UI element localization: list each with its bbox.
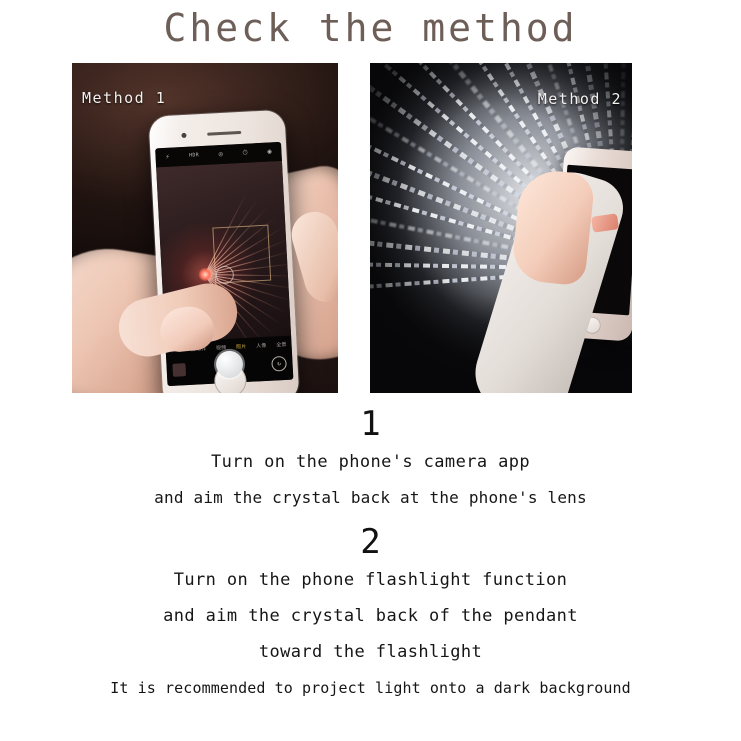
camera-mode-photo[interactable]: 照片	[236, 343, 247, 351]
crystal-light-core	[198, 267, 212, 281]
step-1-line-2: and aim the crystal back at the phone's …	[154, 488, 587, 507]
page-title: Check the method	[163, 6, 578, 50]
live-photo-icon[interactable]: ◎	[218, 150, 223, 158]
gallery-thumbnail[interactable]	[172, 363, 187, 377]
photo-method-2: Method 2	[370, 63, 632, 393]
earpiece-speaker	[207, 130, 242, 136]
step-2-line-1: Turn on the phone flashlight function	[173, 570, 568, 590]
step-2-line-3: toward the flashlight	[258, 642, 483, 662]
front-camera-icon	[181, 132, 187, 139]
photo-row: ⚡ HDR ◎ ⏱ ◉ 视频 照片 人像 全景 ↻ Method 1 Metho…	[0, 63, 741, 394]
photo-method-1: ⚡ HDR ◎ ⏱ ◉ 视频 照片 人像 全景 ↻ Method 1	[72, 63, 338, 393]
method-2-label: Method 2	[537, 90, 622, 108]
step-2-number: 2	[360, 522, 381, 562]
recommendation-note: It is recommended to project light onto …	[110, 679, 631, 697]
hdr-icon[interactable]: HDR	[189, 152, 199, 159]
flash-icon[interactable]: ⚡	[165, 153, 170, 161]
switch-camera-icon[interactable]: ↻	[271, 355, 287, 372]
timer-icon[interactable]: ⏱	[242, 149, 248, 157]
camera-mode-pano[interactable]: 全景	[276, 341, 287, 349]
step-1-line-1: Turn on the phone's camera app	[210, 452, 531, 472]
camera-mode-portrait[interactable]: 人像	[256, 342, 267, 350]
instructions-block: 1 Turn on the phone's camera app and aim…	[0, 404, 741, 704]
step-1-number: 1	[360, 404, 381, 444]
step-2-line-2: and aim the crystal back of the pendant	[163, 606, 578, 626]
method-1-label: Method 1	[82, 89, 167, 107]
filters-icon[interactable]: ◉	[267, 147, 272, 155]
